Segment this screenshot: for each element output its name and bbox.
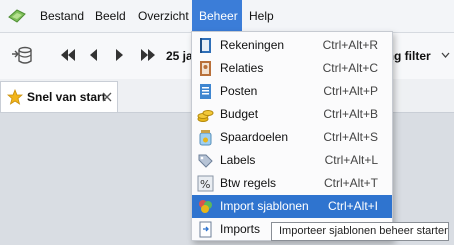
tooltip: Importeer sjablonen beheer starten <box>271 222 449 241</box>
menu-item-btw-regels[interactable]: % Btw regels Ctrl+Alt+T <box>192 172 392 195</box>
menu-item-spaardoelen[interactable]: Spaardoelen Ctrl+Alt+S <box>192 126 392 149</box>
percent-icon: % <box>197 175 214 192</box>
accounts-book-icon <box>200 38 211 53</box>
star-icon <box>7 89 23 105</box>
menu-bestand[interactable]: Bestand <box>33 0 91 32</box>
menu-item-relaties[interactable]: Relaties Ctrl+Alt+C <box>192 57 392 80</box>
menu-item-import-sjablonen[interactable]: Import sjablonen Ctrl+Alt+I <box>192 195 392 218</box>
menu-beeld[interactable]: Beeld <box>88 0 133 32</box>
menu-item-posten[interactable]: Posten Ctrl+Alt+P <box>192 80 392 103</box>
menu-beheer[interactable]: Beheer <box>192 0 242 32</box>
imports-icon <box>199 221 212 238</box>
database-transfer-icon[interactable] <box>11 46 33 66</box>
tab-snel-van-start[interactable]: Snel van start <box>0 81 118 112</box>
tab-label: Snel van start <box>27 90 106 104</box>
menu-item-budget[interactable]: Budget Ctrl+Alt+B <box>192 103 392 126</box>
menu-item-labels[interactable]: Labels Ctrl+Alt+L <box>192 149 392 172</box>
relations-book-icon <box>200 61 211 76</box>
app-logo-icon <box>8 9 26 23</box>
coins-icon <box>197 110 214 122</box>
menu-help[interactable]: Help <box>242 0 281 32</box>
menu-bar: Bestand Beeld Overzicht Beheer Help <box>0 0 454 33</box>
first-icon[interactable] <box>60 49 76 61</box>
menu-overzicht[interactable]: Overzicht <box>131 0 196 32</box>
svg-text:%: % <box>200 178 210 191</box>
import-templates-icon <box>199 200 212 213</box>
posts-icon <box>200 84 211 99</box>
savings-jar-icon <box>199 130 212 146</box>
tag-icon <box>198 154 213 168</box>
close-icon[interactable] <box>102 92 112 102</box>
next-icon[interactable] <box>115 49 124 61</box>
beheer-dropdown-menu: Rekeningen Ctrl+Alt+R Relaties Ctrl+Alt+… <box>191 31 393 241</box>
previous-icon[interactable] <box>89 49 98 61</box>
chevron-down-icon[interactable] <box>441 52 450 58</box>
last-icon[interactable] <box>140 49 156 61</box>
menu-item-rekeningen[interactable]: Rekeningen Ctrl+Alt+R <box>192 34 392 57</box>
